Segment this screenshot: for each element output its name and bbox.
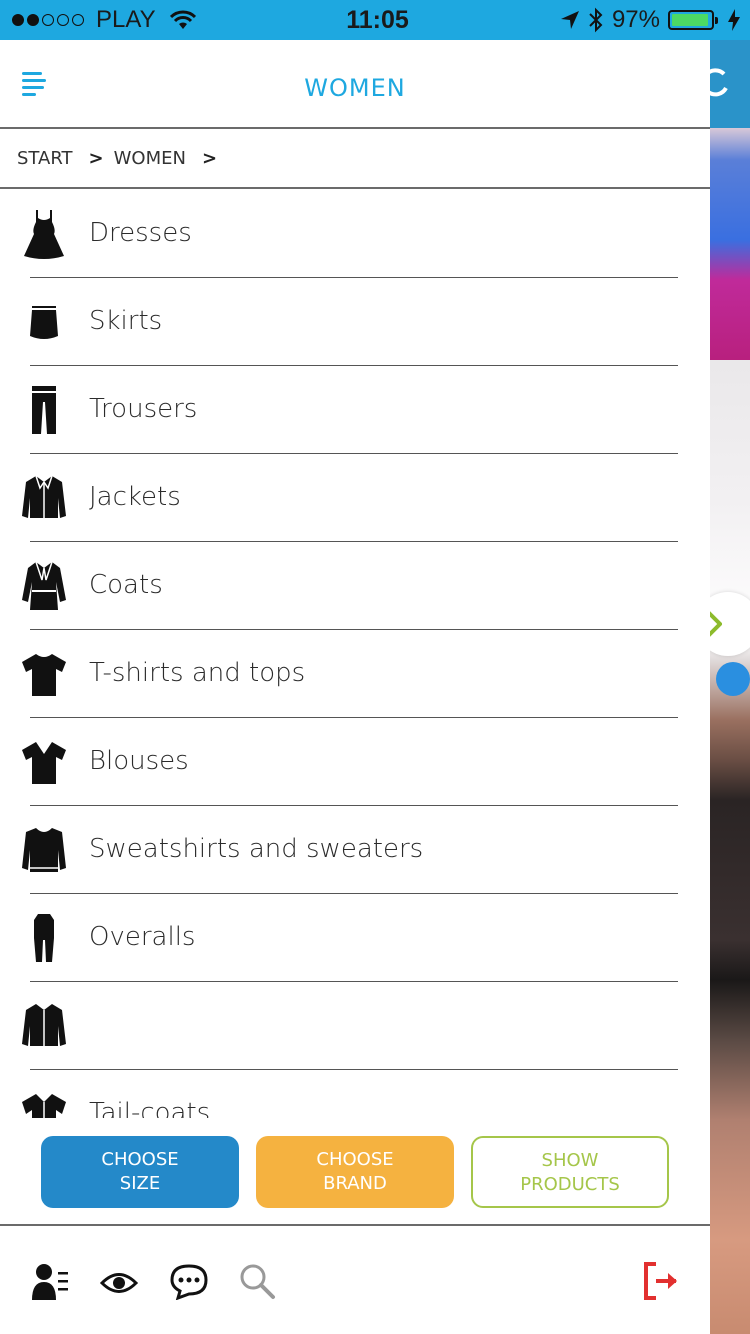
shirt-icon	[22, 1094, 66, 1118]
tshirt-icon	[22, 654, 66, 696]
logout-icon[interactable]	[642, 1262, 680, 1300]
overalls-icon	[34, 914, 54, 962]
category-item-jackets[interactable]: Jackets	[0, 454, 710, 542]
category-item-tshirts-and-tops[interactable]: T-shirts and tops	[0, 630, 710, 718]
category-panel: WOMEN START > WOMEN > Dresses Skirts Tro…	[0, 40, 710, 1334]
category-label: Overalls	[89, 922, 196, 952]
category-item-coats[interactable]: Coats	[0, 542, 710, 630]
trousers-icon	[32, 386, 56, 434]
category-label: Skirts	[89, 306, 163, 336]
breadcrumb-start[interactable]: START	[17, 148, 73, 169]
page-title: WOMEN	[304, 74, 406, 102]
jacket-icon	[22, 1004, 66, 1046]
category-list: Dresses Skirts Trousers Jackets Coats T-…	[0, 190, 710, 1118]
user-list-icon[interactable]	[30, 1262, 70, 1302]
status-bar: PLAY 11:05 97%	[0, 0, 750, 40]
category-label: Blouses	[89, 746, 189, 776]
category-item-trousers[interactable]: Trousers	[0, 366, 710, 454]
chat-bubble-icon[interactable]	[716, 662, 750, 696]
jacket-icon	[22, 475, 66, 518]
charging-icon	[728, 9, 740, 31]
header: WOMEN	[0, 40, 710, 129]
bottom-tab-bar	[0, 1224, 710, 1334]
battery-percent: 97%	[611, 6, 660, 33]
blouse-icon	[22, 742, 66, 784]
show-products-button[interactable]: SHOW PRODUCTS	[471, 1136, 669, 1208]
bluetooth-icon	[589, 7, 603, 33]
eye-icon[interactable]	[100, 1270, 138, 1296]
search-icon[interactable]	[238, 1262, 276, 1300]
category-label: Jackets	[89, 482, 181, 512]
location-icon	[560, 11, 579, 29]
breadcrumb-women[interactable]: WOMEN	[114, 148, 186, 169]
skirt-icon	[30, 306, 58, 339]
category-label: T-shirts and tops	[89, 658, 306, 688]
choose-size-button[interactable]: CHOOSE SIZE	[41, 1136, 239, 1208]
category-item-blouses[interactable]: Blouses	[0, 718, 710, 806]
battery-icon	[668, 10, 718, 30]
category-label: Coats	[89, 570, 163, 600]
category-label: Trousers	[89, 394, 198, 424]
category-item-dresses[interactable]: Dresses	[0, 190, 710, 278]
breadcrumb-separator: >	[88, 148, 104, 169]
breadcrumb: START > WOMEN >	[0, 130, 710, 189]
category-item-skirts[interactable]: Skirts	[0, 278, 710, 366]
category-item-tail-coats[interactable]: Tail-coats	[0, 1070, 710, 1118]
category-label: Dresses	[89, 218, 192, 248]
category-item-overalls[interactable]: Overalls	[0, 894, 710, 982]
sweater-icon	[22, 828, 66, 872]
dress-icon	[24, 210, 64, 259]
category-label: Tail-coats	[89, 1098, 211, 1118]
breadcrumb-separator: >	[201, 148, 218, 169]
action-buttons: CHOOSE SIZE CHOOSE BRAND SHOW PRODUCTS	[0, 1136, 710, 1208]
category-item-unlabeled[interactable]	[0, 982, 710, 1070]
category-label: Sweatshirts and sweaters	[89, 834, 424, 864]
chat-icon[interactable]	[170, 1264, 208, 1300]
coat-icon	[22, 561, 66, 610]
choose-brand-button[interactable]: CHOOSE BRAND	[256, 1136, 454, 1208]
category-item-sweatshirts-and-sweaters[interactable]: Sweatshirts and sweaters	[0, 806, 710, 894]
